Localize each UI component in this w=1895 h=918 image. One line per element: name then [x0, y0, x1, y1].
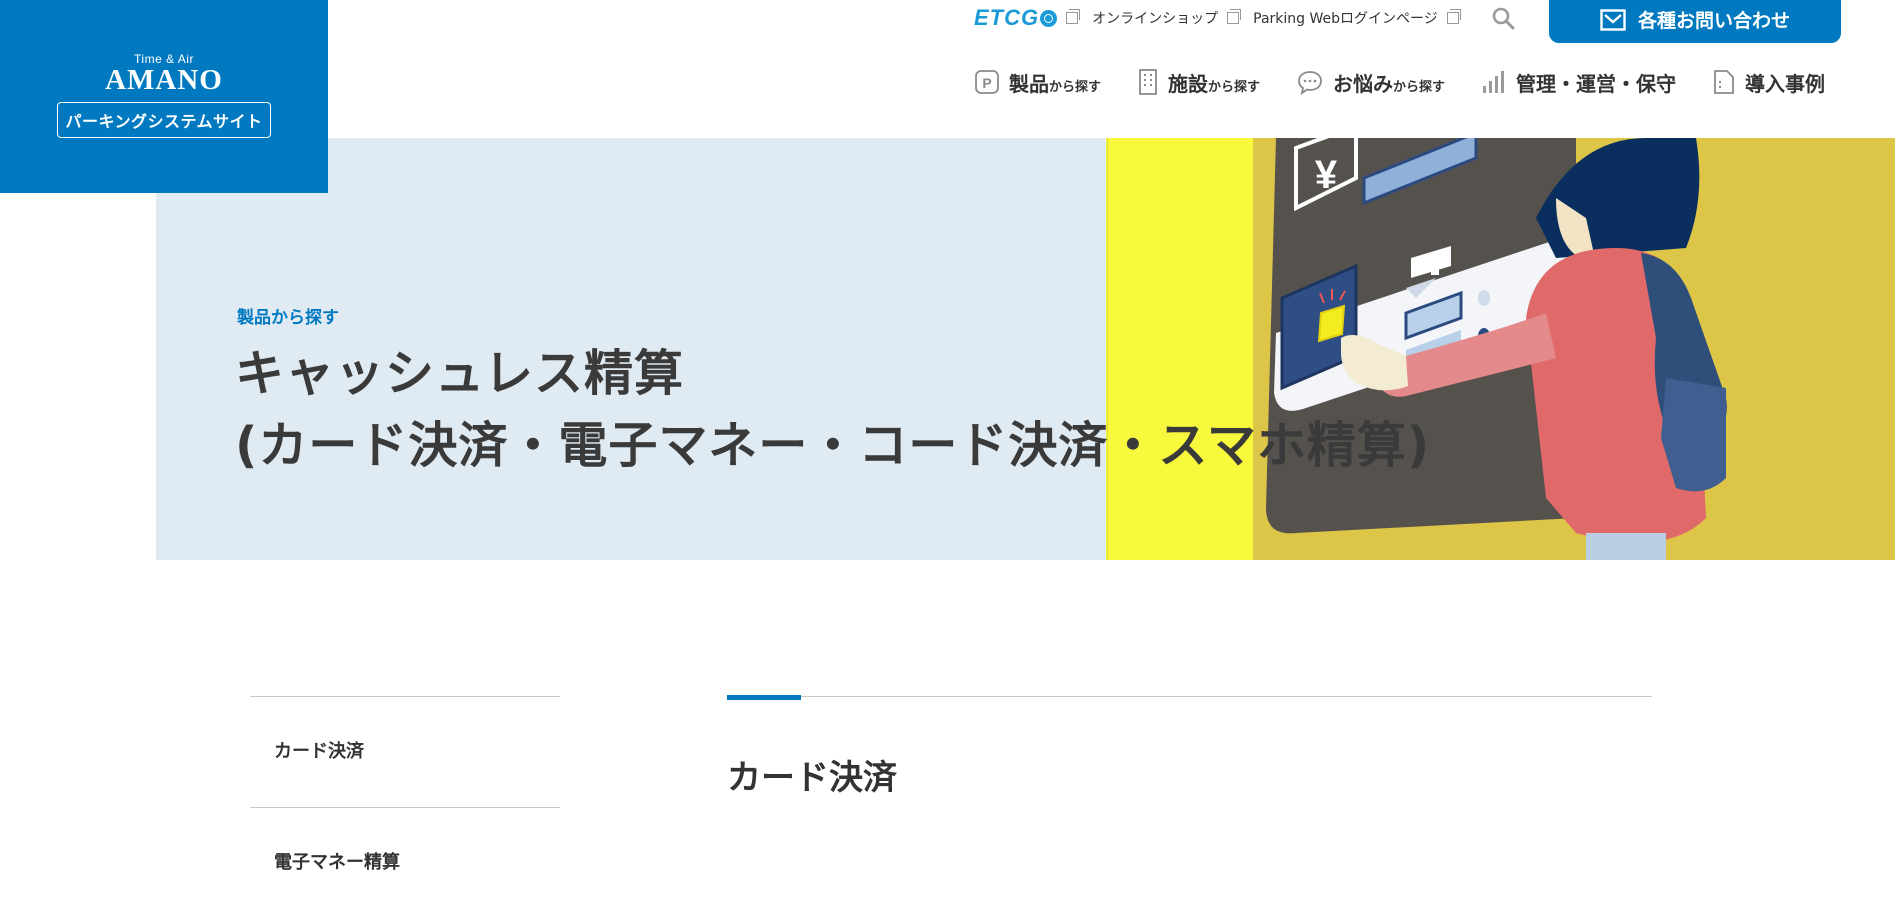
parking-icon: P	[975, 70, 999, 94]
page-title-line2: (カード決済・電子マネー・コード決済・スマホ精算)	[235, 417, 1431, 474]
external-link-icon	[1066, 9, 1081, 24]
nav-case-studies[interactable]: 導入事例	[1712, 68, 1825, 97]
nav-suffix: から探す	[1393, 79, 1446, 95]
page-title: キャッシュレス精算 (カード決済・電子マネー・コード決済・スマホ精算)	[235, 338, 1430, 482]
etcgo-link[interactable]: ETCG	[974, 5, 1058, 31]
nav-label: お悩み	[1333, 71, 1394, 96]
building-icon	[1139, 69, 1157, 95]
side-nav-item[interactable]: 電子マネー精算	[250, 807, 560, 918]
bar-chart-icon	[1483, 71, 1505, 93]
logo-brand: AMANO	[105, 64, 223, 96]
svg-text:P: P	[982, 75, 991, 91]
main-nav: P 製品から探す 施設から探す お悩みから探す 管理・運営・保守 導入事例	[974, 64, 1825, 100]
nav-suffix: から探す	[1049, 79, 1102, 95]
nav-management[interactable]: 管理・運営・保守	[1481, 68, 1676, 97]
page-title-line1: キャッシュレス精算	[235, 345, 685, 402]
section-divider	[727, 696, 1652, 697]
side-nav: カード決済 電子マネー精算	[250, 696, 560, 918]
etcgo-o-icon	[1040, 9, 1058, 27]
external-link-icon	[1227, 9, 1242, 24]
utility-bar: ETCG オンラインショップ Parking Webログインページ	[974, 0, 1515, 36]
document-icon	[1714, 70, 1734, 94]
site-logo[interactable]: Time & Air AMANO パーキングシステムサイト	[0, 0, 328, 193]
logo-site-label: パーキングシステムサイト	[57, 102, 271, 138]
nav-label: 施設	[1168, 71, 1209, 96]
nav-products[interactable]: P 製品から探す	[974, 68, 1101, 97]
search-icon[interactable]	[1491, 6, 1515, 30]
speech-bubble-icon	[1298, 71, 1322, 95]
side-nav-item[interactable]: カード決済	[250, 696, 560, 807]
contact-label: 各種お問い合わせ	[1637, 10, 1790, 32]
mail-icon	[1600, 8, 1626, 31]
svg-text:¥: ¥	[1315, 153, 1338, 197]
online-shop-link[interactable]: オンラインショップ	[1092, 8, 1218, 28]
parking-web-login-link[interactable]: Parking Webログインページ	[1253, 8, 1438, 28]
breadcrumb[interactable]: 製品から探す	[237, 303, 339, 328]
contact-button[interactable]: 各種お問い合わせ	[1549, 0, 1841, 43]
nav-label: 導入事例	[1745, 71, 1826, 96]
nav-facilities[interactable]: 施設から探す	[1137, 68, 1260, 97]
nav-concerns[interactable]: お悩みから探す	[1296, 68, 1445, 97]
section-title: カード決済	[727, 758, 897, 798]
nav-suffix: から探す	[1208, 79, 1261, 95]
etcgo-logo-text: ETCG	[974, 5, 1040, 30]
section-accent-bar	[727, 695, 801, 700]
external-link-icon	[1446, 9, 1461, 24]
nav-label: 製品	[1009, 71, 1049, 96]
nav-label: 管理・運営・保守	[1516, 71, 1677, 96]
